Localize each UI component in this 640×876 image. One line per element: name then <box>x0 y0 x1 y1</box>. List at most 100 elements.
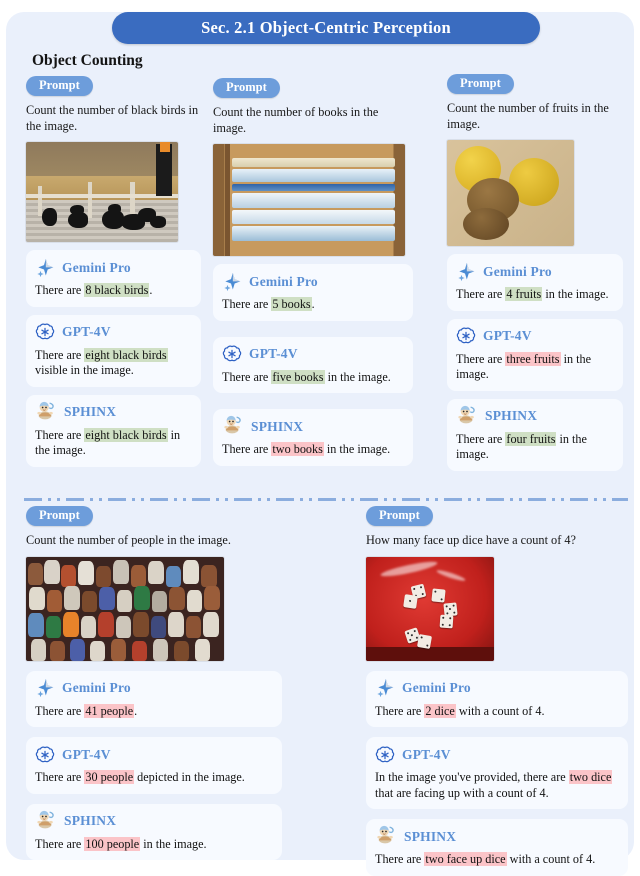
openai-icon <box>375 745 395 765</box>
answer-highlight: 41 people <box>84 704 134 718</box>
answer-pre: There are <box>375 852 424 866</box>
answer-pre: There are <box>35 348 84 362</box>
answer-post: in the image. <box>542 287 608 301</box>
response-card: Gemini Pro There are 5 books. <box>213 264 413 321</box>
answer-post: visible in the image. <box>35 363 134 377</box>
main-panel: Sec. 2.1 Object-Centric Perception Objec… <box>6 12 634 860</box>
response-card: Gemini Pro There are 2 dice with a count… <box>366 671 628 728</box>
prompt-block: Prompt Count the number of people in the… <box>26 506 282 549</box>
answer-pre: There are <box>456 352 505 366</box>
sphinx-mascot-icon <box>35 400 57 425</box>
openai-icon <box>35 322 55 342</box>
answer-post: depicted in the image. <box>134 770 245 784</box>
response-text: There are two face up dice with a count … <box>375 852 619 868</box>
openai-icon <box>456 326 476 346</box>
prompt-text: Count the number of books in the image. <box>213 105 413 136</box>
section-divider <box>24 498 628 501</box>
answer-highlight: two face up dice <box>424 852 506 866</box>
answer-highlight: 30 people <box>84 770 134 784</box>
example-image-dice <box>366 557 494 661</box>
answer-pre: There are <box>35 428 84 442</box>
response-text: There are three fruits in the image. <box>456 352 614 383</box>
gemini-sparkle-icon <box>222 272 242 292</box>
answer-highlight: three fruits <box>505 352 560 366</box>
model-name: GPT-4V <box>249 346 298 362</box>
prompt-badge: Prompt <box>366 506 433 526</box>
prompt-text: Count the number of fruits in the image. <box>447 101 623 132</box>
model-header: SPHINX <box>35 811 273 832</box>
response-text: There are five books in the image. <box>222 370 404 386</box>
openai-icon <box>222 344 242 364</box>
response-text: There are two books in the image. <box>222 442 404 458</box>
model-header: Gemini Pro <box>35 678 273 699</box>
section-header-banner: Sec. 2.1 Object-Centric Perception <box>112 12 540 44</box>
answer-pre: There are <box>375 704 424 718</box>
sphinx-mascot-icon <box>222 414 244 439</box>
example-image-fruits <box>447 140 574 246</box>
response-text: There are 41 people. <box>35 704 273 720</box>
model-name: SPHINX <box>485 408 537 424</box>
model-header: Gemini Pro <box>375 678 619 699</box>
sphinx-mascot-icon <box>456 404 478 429</box>
sphinx-mascot-icon <box>35 809 57 834</box>
answer-post: . <box>312 297 315 311</box>
response-text: There are 30 people depicted in the imag… <box>35 770 273 786</box>
answer-pre: There are <box>456 287 505 301</box>
openai-icon <box>35 745 55 765</box>
example-books: Prompt Count the number of books in the … <box>213 78 413 466</box>
answer-post: with a count of 4. <box>456 704 545 718</box>
sphinx-mascot-icon <box>375 824 397 849</box>
response-card: SPHINX There are 100 people in the image… <box>26 804 282 861</box>
model-header: Gemini Pro <box>222 271 404 292</box>
response-text: There are 4 fruits in the image. <box>456 287 614 303</box>
answer-highlight: 4 fruits <box>505 287 542 301</box>
prompt-block: Prompt Count the number of fruits in the… <box>447 74 623 132</box>
prompt-block: Prompt Count the number of books in the … <box>213 78 413 136</box>
example-black-birds: Prompt Count the number of black birds i… <box>26 76 201 467</box>
model-name: SPHINX <box>64 813 116 829</box>
answer-post: with a count of 4. <box>507 852 596 866</box>
example-fruits: Prompt Count the number of fruits in the… <box>447 74 623 471</box>
model-name: SPHINX <box>251 419 303 435</box>
model-header: GPT-4V <box>375 744 619 765</box>
response-card: GPT-4V There are eight black birds visib… <box>26 315 201 387</box>
answer-highlight: 5 books <box>271 297 311 311</box>
answer-highlight: 8 black birds <box>84 283 149 297</box>
page-title: Sec. 2.1 Object-Centric Perception <box>201 18 451 38</box>
answer-post: . <box>149 283 152 297</box>
model-name: Gemini Pro <box>249 274 318 290</box>
prompt-block: Prompt Count the number of black birds i… <box>26 76 201 134</box>
answer-post: in the image. <box>324 442 390 456</box>
response-text: There are 5 books. <box>222 297 404 313</box>
model-name: SPHINX <box>404 829 456 845</box>
answer-post: in the image. <box>140 837 206 851</box>
model-header: GPT-4V <box>456 326 614 347</box>
model-header: SPHINX <box>375 826 619 847</box>
response-card: GPT-4V There are 30 people depicted in t… <box>26 737 282 794</box>
gemini-sparkle-icon <box>35 678 55 698</box>
answer-pre: There are <box>35 704 84 718</box>
prompt-badge: Prompt <box>26 76 93 96</box>
model-header: SPHINX <box>35 402 192 423</box>
model-name: GPT-4V <box>402 747 451 763</box>
answer-highlight: two books <box>271 442 323 456</box>
prompt-text: How many face up dice have a count of 4? <box>366 533 628 549</box>
response-card: GPT-4V There are five books in the image… <box>213 337 413 394</box>
model-header: GPT-4V <box>35 744 273 765</box>
example-image-people <box>26 557 224 661</box>
response-card: GPT-4V There are three fruits in the ima… <box>447 319 623 391</box>
response-text: There are 100 people in the image. <box>35 837 273 853</box>
response-text: There are 2 dice with a count of 4. <box>375 704 619 720</box>
answer-post: that are facing up with a count of 4. <box>375 786 549 800</box>
answer-highlight: two dice <box>569 770 613 784</box>
model-name: GPT-4V <box>62 324 111 340</box>
model-name: SPHINX <box>64 404 116 420</box>
response-card: SPHINX There are eight black birds in th… <box>26 395 201 467</box>
example-people: Prompt Count the number of people in the… <box>26 506 282 860</box>
model-header: SPHINX <box>456 406 614 427</box>
response-text: In the image you've provided, there are … <box>375 770 619 801</box>
model-header: GPT-4V <box>222 344 404 365</box>
model-header: SPHINX <box>222 416 404 437</box>
answer-pre: There are <box>35 837 84 851</box>
response-card: Gemini Pro There are 8 black birds. <box>26 250 201 307</box>
